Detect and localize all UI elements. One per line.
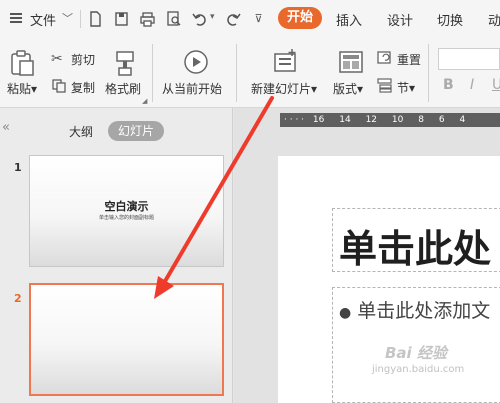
annotation-arrow-icon [154,96,274,299]
